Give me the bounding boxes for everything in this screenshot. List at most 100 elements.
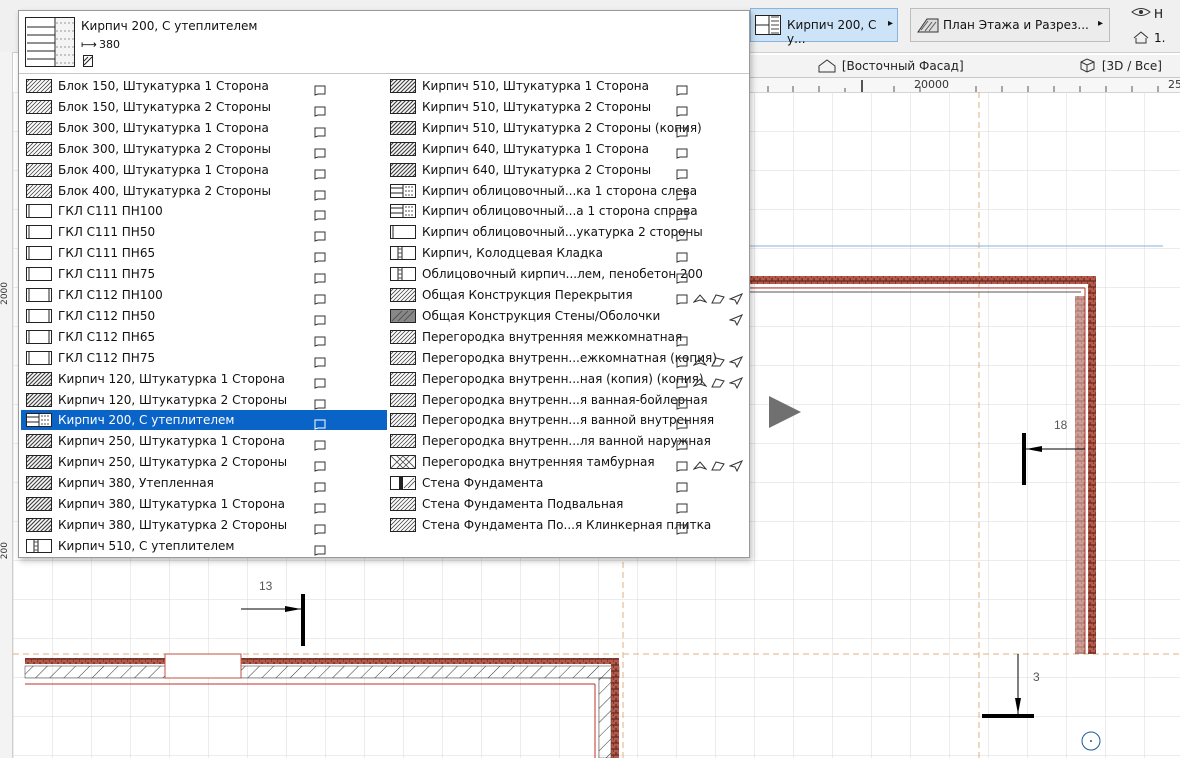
composite-list-item[interactable]: Кирпич 510, Штукатурка 1 Сторона	[375, 76, 749, 96]
composite-name: ГКЛ С111 ПН65	[58, 246, 156, 261]
composite-list-item[interactable]: Блок 400, Штукатурка 2 Стороны	[11, 181, 387, 201]
composite-list-item[interactable]: Блок 300, Штукатурка 1 Сторона	[11, 118, 387, 138]
composite-swatch-icon	[26, 538, 52, 559]
wall-swatch-icon	[755, 15, 781, 35]
composite-list-item[interactable]: Перегородка внутренняя тамбурная	[385, 452, 749, 473]
composite-list-item[interactable]: Блок 150, Штукатурка 2 Стороны	[11, 97, 387, 117]
wall-composite-selector-button[interactable]: Кирпич 200, С у... ▸	[750, 8, 898, 46]
composite-list-item[interactable]: Кирпич 510, Штукатурка 2 Стороны	[375, 97, 749, 117]
composite-list-item[interactable]: Кирпич 120, Штукатурка 1 Сторона	[11, 369, 387, 389]
composite-list-item[interactable]: Перегородка внутренн...ля ванной наружна…	[375, 431, 749, 451]
composite-list-item[interactable]: Стена Фундамента Подвальная	[375, 494, 749, 514]
composite-list-item[interactable]: Кирпич, Колодцевая Кладка	[385, 243, 749, 263]
composite-list-item[interactable]: Кирпич 380, Штукатурка 1 Сторона	[11, 494, 387, 514]
plan-view-icon	[676, 378, 688, 389]
composite-name: ГКЛ С112 ПН100	[58, 288, 163, 302]
plan-view-icon	[314, 482, 326, 493]
composite-name: Стена Фундамента	[422, 476, 544, 491]
roof-tool-icon	[692, 461, 708, 471]
view-tab-bar: [Восточный Фасад] [3D / Все]	[748, 55, 1180, 78]
plan-view-icon	[314, 378, 326, 389]
tab-east-elevation[interactable]: [Восточный Фасад]	[818, 55, 964, 77]
composite-list-item[interactable]: ГКЛ С112 ПН65	[21, 327, 387, 347]
composite-list-item[interactable]: Перегородка внутренн...я ванная-бойлерна…	[375, 390, 749, 410]
composite-name: ГКЛ С111 ПН50	[58, 225, 156, 240]
wall-bottom-outer[interactable]	[25, 658, 619, 664]
composite-list-item[interactable]: Кирпич 640, Штукатурка 1 Сторона	[375, 139, 749, 159]
composite-list-item[interactable]: Блок 150, Штукатурка 1 Сторона	[11, 76, 387, 96]
composite-name: Кирпич 380, Штукатурка 1 Сторона	[58, 497, 285, 511]
mesh-tool-icon	[728, 313, 744, 327]
composite-list-item[interactable]: ГКЛ С111 ПН65	[21, 243, 387, 263]
composite-list-item[interactable]: ГКЛ С111 ПН50	[21, 222, 387, 242]
plan-view-icon	[314, 336, 326, 347]
layer-icon[interactable]	[1130, 6, 1152, 22]
composite-list-item[interactable]: Кирпич 120, Штукатурка 2 Стороны	[11, 390, 387, 410]
shell-tool-icon	[711, 461, 725, 471]
header-title: Кирпич 200, С утеплителем	[81, 19, 258, 33]
composite-list-item[interactable]: Перегородка внутренн...ная (копия) (копи…	[375, 369, 749, 389]
plan-view-icon	[314, 524, 326, 535]
composite-list-item[interactable]: Блок 300, Штукатурка 2 Стороны	[11, 139, 387, 159]
marker-label: 18	[1054, 418, 1068, 432]
composite-list-item[interactable]: Общая Конструкция Стены/Оболочки	[385, 306, 749, 327]
composite-list-item[interactable]: Кирпич 640, Штукатурка 2 Стороны	[375, 160, 749, 180]
composite-list-item[interactable]: ГКЛ С111 ПН100	[21, 201, 387, 222]
mesh-tool-icon	[728, 376, 744, 389]
roof-tool-icon	[692, 377, 708, 387]
plan-view-icon	[676, 85, 688, 96]
tab-3d-all[interactable]: [3D / Все]	[1078, 55, 1162, 77]
composite-list-item[interactable]: Перегородка внутренн...ежкомнатная (копи…	[375, 348, 749, 368]
shell-tool-icon	[711, 294, 725, 304]
plan-section-selector-button[interactable]: План Этажа и Разрез... ▸	[910, 8, 1110, 42]
composite-list-item[interactable]: Перегородка внутренняя межкомнатная	[375, 327, 749, 347]
tab-label: [Восточный Фасад]	[841, 59, 964, 73]
wall-inner[interactable]	[1075, 296, 1085, 654]
shell-tool-icon	[711, 378, 725, 388]
plan-view-icon	[314, 169, 326, 180]
composite-list-item[interactable]: ГКЛ С112 ПН50	[21, 306, 387, 326]
plan-view-icon	[676, 357, 688, 368]
wall-bottom-hatch[interactable]	[24, 665, 620, 679]
composite-list-item[interactable]: Кирпич облицовочный...ка 1 сторона слева	[385, 181, 749, 201]
home-story-icon[interactable]	[1132, 30, 1150, 44]
composite-name: ГКЛ С111 ПН75	[58, 267, 156, 282]
wall-right[interactable]	[1088, 276, 1096, 654]
composite-list-item[interactable]: Стена Фундамента	[385, 473, 749, 493]
wall-right-lower-hatch[interactable]	[598, 677, 612, 758]
composite-list-item[interactable]: Кирпич 250, Штукатурка 2 Стороны	[11, 452, 387, 472]
composite-list-item[interactable]: ГКЛ С111 ПН75	[21, 264, 387, 284]
composite-list-item[interactable]: ГКЛ С112 ПН75	[21, 348, 387, 368]
composite-list-item[interactable]: Стена Фундамента По...я Клинкерная плитк…	[375, 515, 749, 535]
wall-right-lower[interactable]	[611, 658, 619, 758]
selected-composite-preview-icon	[25, 17, 75, 67]
composite-list-item[interactable]: ГКЛ С112 ПН100	[21, 285, 387, 305]
tab-label: [3D / Все]	[1101, 59, 1162, 73]
composite-name: Кирпич 200, С утеплителем	[58, 413, 235, 428]
composite-list-item[interactable]: Общая Конструкция Перекрытия	[375, 285, 749, 306]
composite-name: Перегородка внутренн...я ванной внутренн…	[422, 413, 715, 428]
composite-name: Блок 400, Штукатурка 1 Сторона	[58, 162, 269, 177]
composite-list-item[interactable]: Кирпич 510, С утеплителем	[21, 536, 387, 556]
composite-name: Блок 150, Штукатурка 2 Стороны	[58, 99, 271, 114]
composite-list-item[interactable]: Кирпич 200, С утеплителем	[21, 410, 387, 431]
composite-list-item[interactable]: Перегородка внутренн...я ванной внутренн…	[375, 410, 749, 431]
composite-list-item[interactable]: Блок 400, Штукатурка 1 Сторона	[11, 160, 387, 180]
wall-top[interactable]	[750, 276, 1096, 284]
composite-name: Перегородка внутренн...ежкомнатная (копи…	[422, 350, 717, 365]
composite-list-item[interactable]: Кирпич 380, Штукатурка 2 Стороны	[11, 515, 387, 535]
window-opening[interactable]	[164, 653, 242, 679]
composite-list-item[interactable]: Кирпич 250, Штукатурка 1 Сторона	[11, 431, 387, 451]
composite-list-item[interactable]: Кирпич облицовочный...а 1 сторона справа	[385, 201, 749, 222]
composite-list-item[interactable]: Кирпич 510, Штукатурка 2 Стороны (копия)	[375, 118, 749, 138]
composite-name: Стена Фундамента Подвальная	[422, 497, 624, 511]
plan-view-icon	[314, 231, 326, 242]
composite-list-item[interactable]: Кирпич облицовочный...укатурка 2 стороны	[385, 222, 749, 242]
composite-list-item[interactable]: Кирпич 380, Утепленная	[11, 473, 387, 493]
plan-view-icon	[314, 210, 326, 222]
composite-list-item[interactable]: Облицовочный кирпич...лем, пенобетон 200	[385, 264, 749, 284]
roof-tool-icon	[692, 294, 708, 304]
composite-mini-icon	[83, 55, 93, 67]
composite-name: Блок 400, Штукатурка 2 Стороны	[58, 183, 271, 198]
plan-view-icon	[314, 85, 326, 96]
